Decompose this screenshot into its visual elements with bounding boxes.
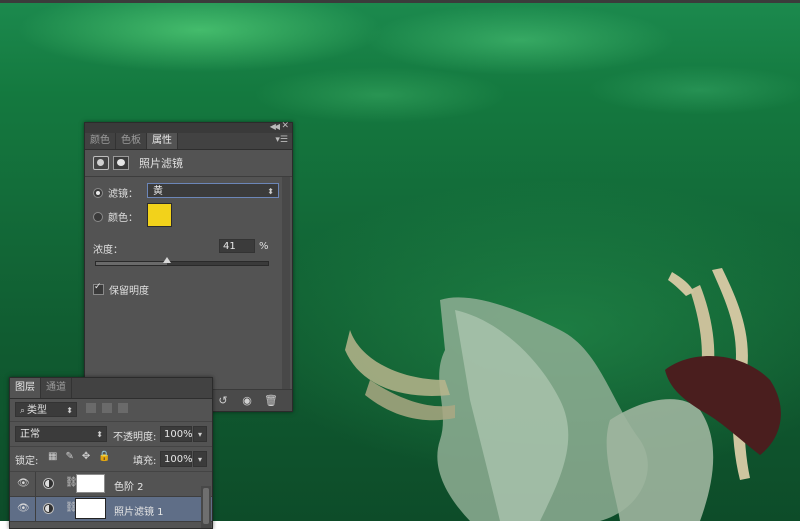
layer-mask-thumbnail[interactable]: [75, 498, 106, 519]
color-label: 颜色：: [108, 213, 138, 224]
layers-tab-bar: 图层 通道: [10, 378, 212, 399]
properties-tab-bar: 颜色 色板 属性 ▾☰: [85, 133, 292, 150]
lock-transparent-icon[interactable]: ▦: [48, 451, 57, 462]
search-icon: ⌕: [20, 406, 26, 416]
fill-dropdown-icon[interactable]: ▾: [193, 451, 207, 467]
opacity-input[interactable]: 100%: [160, 426, 193, 442]
kind-filter-select[interactable]: ⌕ 类型 ⬍: [15, 402, 77, 417]
type-filter-icon[interactable]: [118, 403, 128, 413]
color-radio[interactable]: [93, 211, 103, 222]
kind-filter-value: 类型: [27, 405, 48, 416]
layer-name[interactable]: 照片滤镜 1: [114, 503, 164, 518]
lock-label: 锁定:: [15, 456, 39, 467]
filter-icons: [86, 403, 128, 413]
layers-scrollbar[interactable]: [201, 486, 211, 528]
color-row: 颜色：: [93, 203, 172, 227]
fill-input[interactable]: 100%: [160, 451, 193, 467]
panel-control-strip[interactable]: ◀◀ ✕: [85, 121, 292, 133]
blend-mode-select[interactable]: 正常 ⬍: [15, 426, 107, 442]
filter-radio[interactable]: [93, 187, 103, 198]
density-input[interactable]: 41: [219, 239, 255, 253]
blend-row: 正常 ⬍ 不透明度: 100% ▾: [10, 422, 212, 447]
lock-row: 锁定: ▦ ✎ ✥ 🔒 填充: 100% ▾: [10, 447, 212, 472]
filter-select-value: 黄: [153, 186, 163, 197]
updown-arrow-icon: ⬍: [66, 406, 73, 415]
properties-title: 照片滤镜: [139, 157, 183, 170]
panel-menu-icon[interactable]: ▾☰: [275, 135, 288, 145]
blend-mode-value: 正常: [20, 429, 40, 440]
fill-label: 填充:: [133, 456, 157, 467]
pixel-filter-icon[interactable]: [86, 403, 96, 413]
lock-position-icon[interactable]: ✥: [82, 451, 90, 462]
tab-properties[interactable]: 属性: [147, 133, 178, 149]
adjustment-icon[interactable]: [93, 156, 109, 170]
lock-image-icon[interactable]: ✎: [65, 451, 73, 462]
properties-body: 滤镜： 黄 ⬍ 颜色： 浓度： 41 % 保留明度: [85, 177, 292, 389]
density-slider-fill: [96, 262, 167, 265]
eye-separator: [35, 472, 36, 496]
properties-scrollbar[interactable]: [282, 177, 290, 389]
layer-row[interactable]: 👁 ⛓ 色阶 2: [10, 472, 212, 497]
preserve-luminosity-label: 保留明度: [109, 286, 149, 297]
eye-separator: [35, 497, 36, 521]
lock-all-icon[interactable]: 🔒: [98, 451, 110, 462]
opacity-label: 不透明度:: [113, 432, 157, 443]
properties-panel: ◀◀ ✕ 颜色 色板 属性 ▾☰ 照片滤镜 滤镜： 黄 ⬍ 颜色： 浓度： 41…: [84, 121, 293, 412]
density-slider[interactable]: [95, 257, 269, 266]
filter-row: 滤镜： 黄 ⬍: [93, 183, 279, 200]
trash-icon[interactable]: 🗑: [264, 394, 278, 407]
mask-icon[interactable]: [113, 156, 129, 170]
density-label: 浓度：: [93, 245, 123, 256]
layer-row[interactable]: 👁 ⛓ 照片滤镜 1: [10, 497, 212, 522]
eye-icon[interactable]: 👁: [17, 503, 30, 514]
eye-icon[interactable]: 👁: [17, 478, 30, 489]
tab-color[interactable]: 颜色: [85, 133, 116, 149]
density-row: 浓度： 41 %: [93, 239, 273, 256]
preserve-luminosity-checkbox[interactable]: [93, 282, 104, 295]
properties-header: 照片滤镜: [85, 150, 292, 177]
updown-arrow-icon: ⬍: [267, 187, 274, 196]
collapse-icon[interactable]: ◀◀: [270, 122, 280, 131]
levels-adjustment-icon[interactable]: [43, 478, 54, 489]
filter-label: 滤镜：: [108, 189, 138, 200]
visibility-eye-icon[interactable]: ◉: [240, 394, 254, 407]
lock-icons: ▦ ✎ ✥ 🔒: [48, 451, 111, 462]
layers-scrollbar-thumb[interactable]: [203, 488, 209, 524]
photo-filter-adjustment-icon[interactable]: [43, 503, 54, 514]
layers-panel: 图层 通道 ⌕ 类型 ⬍ 正常 ⬍ 不透明度: 100% ▾ 锁定: ▦ ✎ ✥ …: [9, 377, 213, 529]
color-swatch[interactable]: [147, 203, 172, 227]
density-unit: %: [259, 241, 269, 252]
updown-arrow-icon: ⬍: [96, 430, 103, 439]
density-slider-thumb[interactable]: [162, 257, 171, 263]
layer-mask-thumbnail[interactable]: [76, 474, 105, 493]
tab-swatches[interactable]: 色板: [116, 133, 147, 149]
tab-layers[interactable]: 图层: [10, 378, 41, 398]
tab-channels[interactable]: 通道: [41, 378, 72, 398]
layer-name[interactable]: 色阶 2: [114, 478, 144, 493]
close-icon[interactable]: ✕: [281, 121, 289, 131]
adjustment-filter-icon[interactable]: [102, 403, 112, 413]
layer-filter-row: ⌕ 类型 ⬍: [10, 399, 212, 422]
filter-select[interactable]: 黄 ⬍: [147, 183, 279, 198]
opacity-dropdown-icon[interactable]: ▾: [193, 426, 207, 442]
preserve-luminosity-row: 保留明度: [93, 282, 149, 297]
reset-icon[interactable]: ↺: [216, 394, 230, 407]
